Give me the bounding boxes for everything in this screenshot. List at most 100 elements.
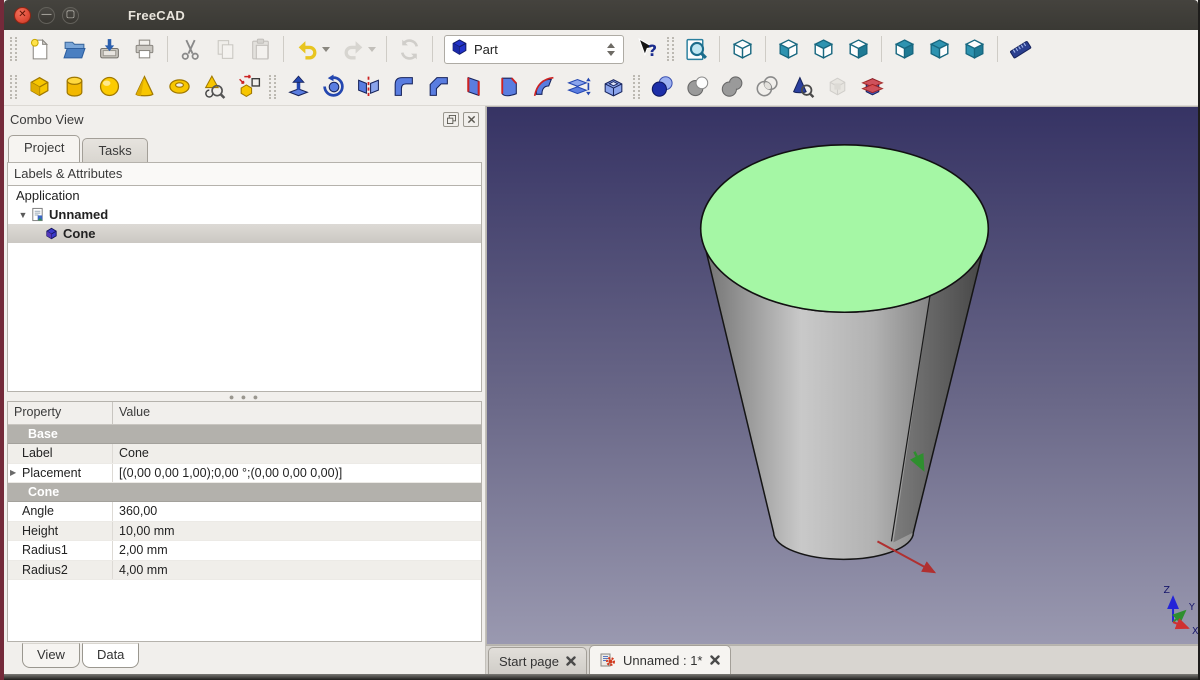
box-button[interactable] [22,71,57,103]
toolbar-drag-handle[interactable] [269,75,276,99]
cross-sections-button[interactable] [855,71,890,103]
column-header-value[interactable]: Value [113,402,481,424]
toolbar-separator [997,36,998,62]
cylinder-button[interactable] [57,71,92,103]
toolbar-separator [719,36,720,62]
undo-button[interactable] [289,33,335,65]
print-button[interactable] [127,33,162,65]
3d-scene[interactable]: Z Y X [487,107,1198,644]
revolve-button[interactable] [316,71,351,103]
3d-canvas[interactable]: Z Y X [486,106,1198,645]
tree-item-application[interactable]: Application [8,186,481,205]
right-view-button[interactable] [841,33,876,65]
axis-label-z: Z [1164,585,1171,596]
chamfer-button[interactable] [421,71,456,103]
new-document-button[interactable] [22,33,57,65]
bottom-view-button[interactable] [957,33,992,65]
property-row-placement[interactable]: ▶Placement [(0,00 0,00 1,00);0,00 °;(0,0… [8,464,481,484]
tree-column-header: Labels & Attributes [7,162,482,186]
close-window-button[interactable]: ✕ [14,7,31,24]
tree-item-cone[interactable]: Cone [8,224,481,243]
toolbar-drag-handle[interactable] [10,75,17,99]
top-view-button[interactable] [806,33,841,65]
fillet-button[interactable] [386,71,421,103]
cylinder-icon [62,74,87,99]
toolbar-drag-handle[interactable] [667,37,674,61]
dropdown-caret-icon[interactable] [368,47,376,52]
axonometric-view-button[interactable] [725,33,760,65]
float-icon [447,115,456,124]
shape-builder-button[interactable] [232,71,267,103]
left-view-icon [927,37,952,62]
loft-button[interactable] [491,71,526,103]
toolbar-drag-handle[interactable] [10,37,17,61]
property-row-height[interactable]: Height 10,00 mm [8,522,481,542]
expander-icon[interactable]: ▼ [16,210,30,220]
tab-tasks[interactable]: Tasks [82,138,147,162]
union-button[interactable] [715,71,750,103]
cone-top-face-highlighted[interactable] [701,145,989,312]
maximize-window-button[interactable]: ▢ [62,7,79,24]
tab-unnamed-document[interactable]: Unnamed : 1* [589,645,731,674]
paste-button [243,33,278,65]
open-document-button[interactable] [57,33,92,65]
tab-data-properties[interactable]: Data [82,643,139,668]
ruled-surface-button[interactable] [456,71,491,103]
property-row-angle[interactable]: Angle 360,00 [8,502,481,522]
save-document-button[interactable] [92,33,127,65]
spinner-arrows-icon[interactable] [603,43,619,56]
boolean-button[interactable] [645,71,680,103]
property-row-radius2[interactable]: Radius2 4,00 mm [8,561,481,581]
mirror-button[interactable] [351,71,386,103]
minimize-window-button[interactable]: — [38,7,55,24]
front-view-button[interactable] [771,33,806,65]
check-geometry-button[interactable] [785,71,820,103]
property-group-cone[interactable]: Cone [8,483,481,502]
sphere-button[interactable] [92,71,127,103]
create-primitives-button[interactable] [197,71,232,103]
defeaturing-button [820,71,855,103]
property-row-radius1[interactable]: Radius1 2,00 mm [8,541,481,561]
tree-item-document[interactable]: ▼ Unnamed [8,205,481,224]
sweep-icon [531,74,556,99]
thickness-button[interactable] [596,71,631,103]
rear-view-button[interactable] [887,33,922,65]
document-tab-bar: Start page Unnamed : 1* [486,645,1198,674]
copy-button [208,33,243,65]
toolbar-separator [167,36,168,62]
window-title: FreeCAD [128,8,185,23]
model-tree: Application ▼ Unnamed Cone [7,186,482,392]
primitives-icon [202,74,227,99]
sweep-button[interactable] [526,71,561,103]
loft-icon [496,74,521,99]
cut-button[interactable] [173,33,208,65]
boolean-cut-button[interactable] [680,71,715,103]
panel-splitter[interactable]: ● ● ● [4,392,485,401]
close-tab-icon[interactable] [710,655,720,665]
tab-view-properties[interactable]: View [22,643,80,668]
measure-button[interactable] [1003,33,1038,65]
intersection-button[interactable] [750,71,785,103]
dropdown-caret-icon[interactable] [322,47,330,52]
save-document-icon [97,37,122,62]
float-panel-button[interactable] [443,112,459,127]
tab-project[interactable]: Project [8,135,80,162]
toolbar-drag-handle[interactable] [633,75,640,99]
column-header-property[interactable]: Property [8,402,113,424]
workbench-selector[interactable]: Part [444,35,624,64]
fit-all-button[interactable] [679,33,714,65]
property-row-label[interactable]: Label Cone [8,444,481,464]
cone-button[interactable] [127,71,162,103]
offset-button[interactable] [561,71,596,103]
torus-button[interactable] [162,71,197,103]
left-view-button[interactable] [922,33,957,65]
front-view-icon [776,37,801,62]
close-panel-button[interactable] [463,112,479,127]
tab-start-page[interactable]: Start page [488,647,587,674]
expand-arrow-icon[interactable]: ▶ [10,468,16,477]
ruled-surface-icon [461,74,486,99]
extrude-button[interactable] [281,71,316,103]
close-tab-icon[interactable] [566,656,576,666]
whats-this-button[interactable]: ? [630,33,665,65]
property-group-base[interactable]: Base [8,425,481,444]
